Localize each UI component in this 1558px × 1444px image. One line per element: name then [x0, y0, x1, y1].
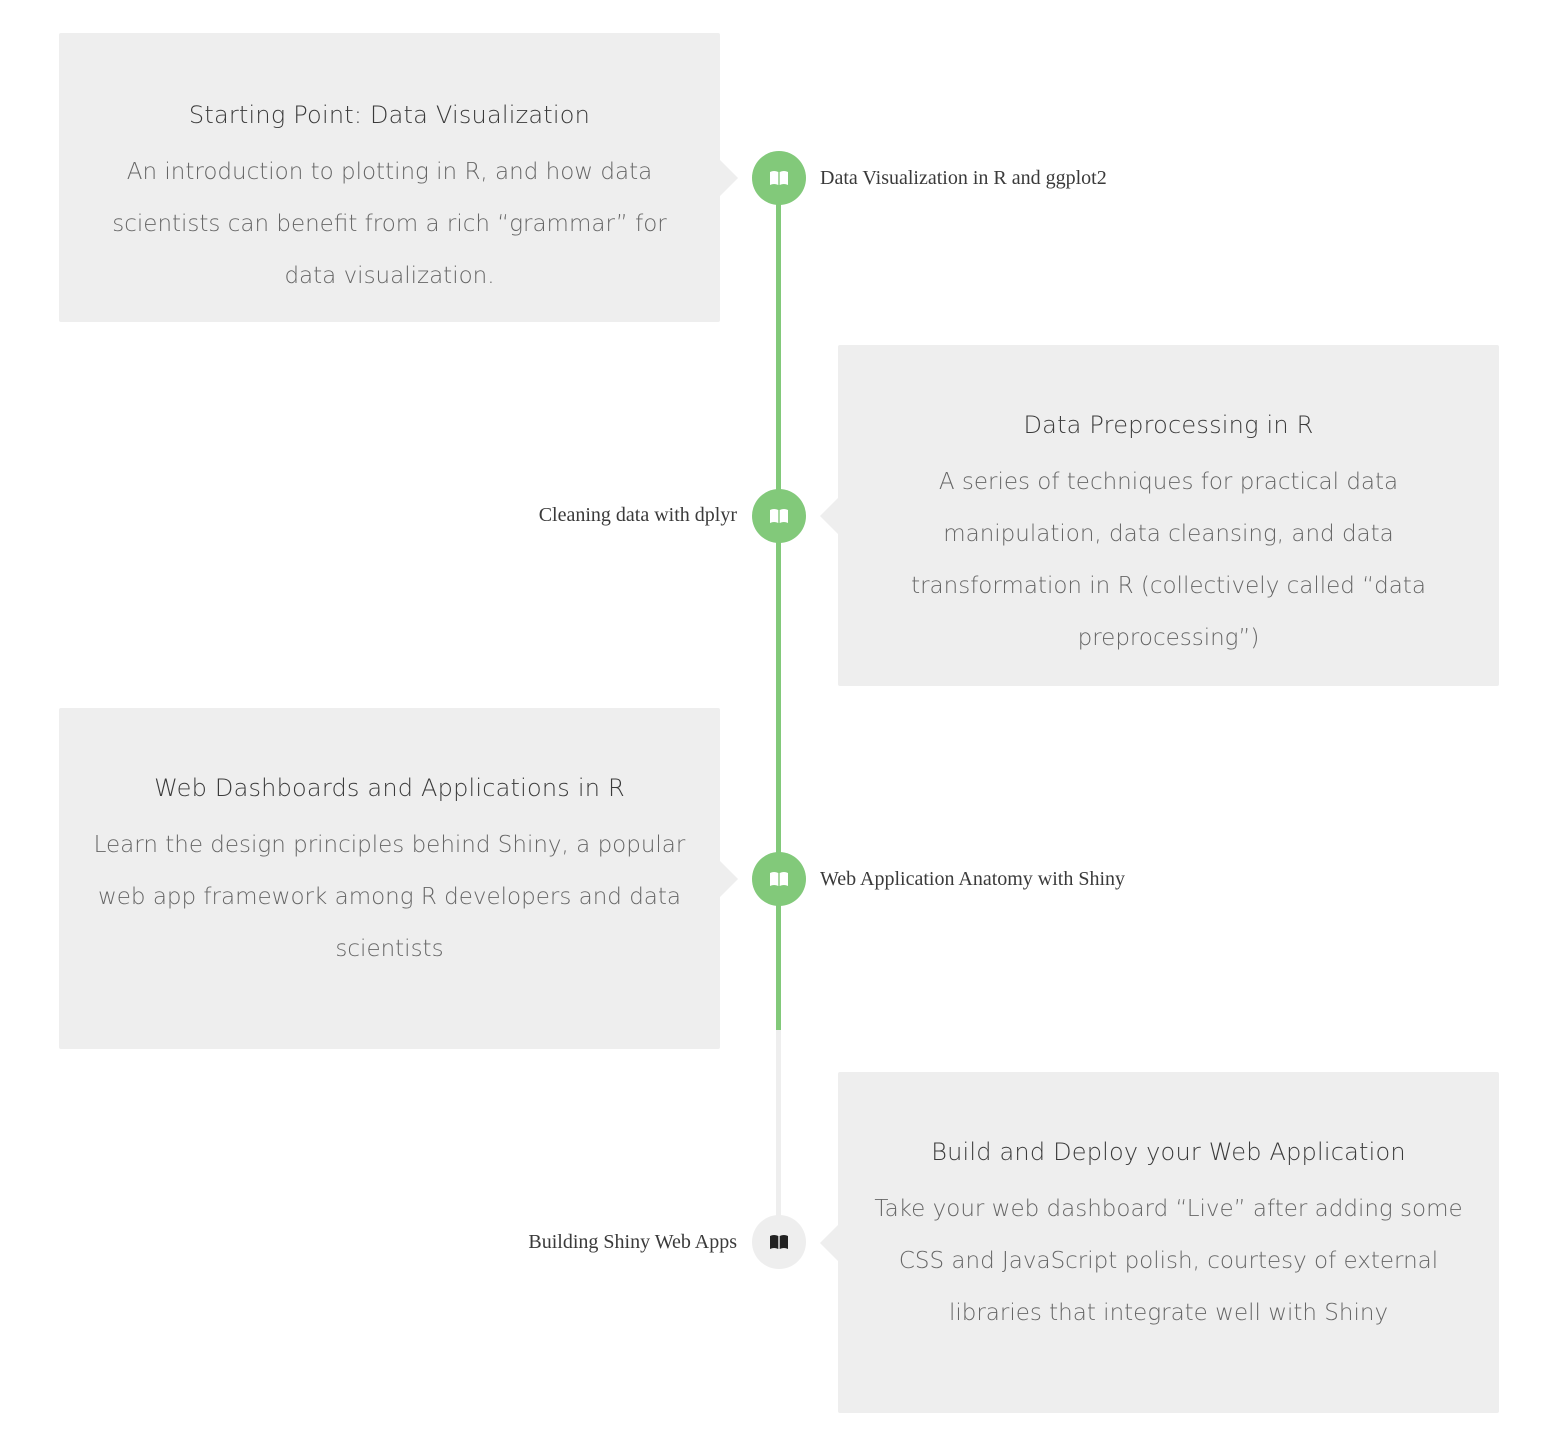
timeline-label-data-visualization[interactable]: Data Visualization in R and ggplot2 — [820, 166, 1107, 190]
card-description: Take your web dashboard “Live” after add… — [874, 1195, 1463, 1326]
book-open-icon — [770, 171, 788, 185]
timeline-card-build-deploy[interactable]: Build and Deploy your Web Application Ta… — [820, 1072, 1499, 1413]
timeline-node-data-visualization[interactable] — [752, 151, 806, 205]
timeline-node-data-preprocessing[interactable] — [752, 489, 806, 543]
book-open-icon — [770, 509, 788, 523]
timeline-label-web-dashboards[interactable]: Web Application Anatomy with Shiny — [820, 867, 1125, 891]
timeline-remaining-line — [776, 1030, 781, 1242]
card-description: Learn the design principles behind Shiny… — [93, 831, 686, 962]
timeline-label-build-deploy[interactable]: Building Shiny Web Apps — [528, 1230, 737, 1254]
timeline-node-web-dashboards[interactable] — [752, 852, 806, 906]
card-description: An introduction to plotting in R, and ho… — [112, 158, 667, 289]
timeline-node-build-deploy[interactable] — [752, 1215, 806, 1269]
card-description: A series of techniques for practical dat… — [911, 468, 1426, 651]
timeline-card-web-dashboards[interactable]: Web Dashboards and Applications in R Lea… — [59, 708, 738, 1049]
card-title: Build and Deploy your Web Application — [931, 1138, 1406, 1166]
card-title: Data Preprocessing in R — [1023, 411, 1314, 439]
card-title: Starting Point: Data Visualization — [188, 101, 591, 129]
card-title: Web Dashboards and Applications in R — [154, 774, 625, 802]
book-open-icon — [770, 872, 788, 886]
book-open-icon — [770, 1235, 788, 1249]
timeline-card-data-preprocessing[interactable]: Data Preprocessing in R A series of tech… — [820, 345, 1499, 686]
timeline-card-data-visualization[interactable]: Starting Point: Data Visualization An in… — [59, 33, 738, 322]
timeline-label-data-preprocessing[interactable]: Cleaning data with dplyr — [539, 503, 737, 527]
